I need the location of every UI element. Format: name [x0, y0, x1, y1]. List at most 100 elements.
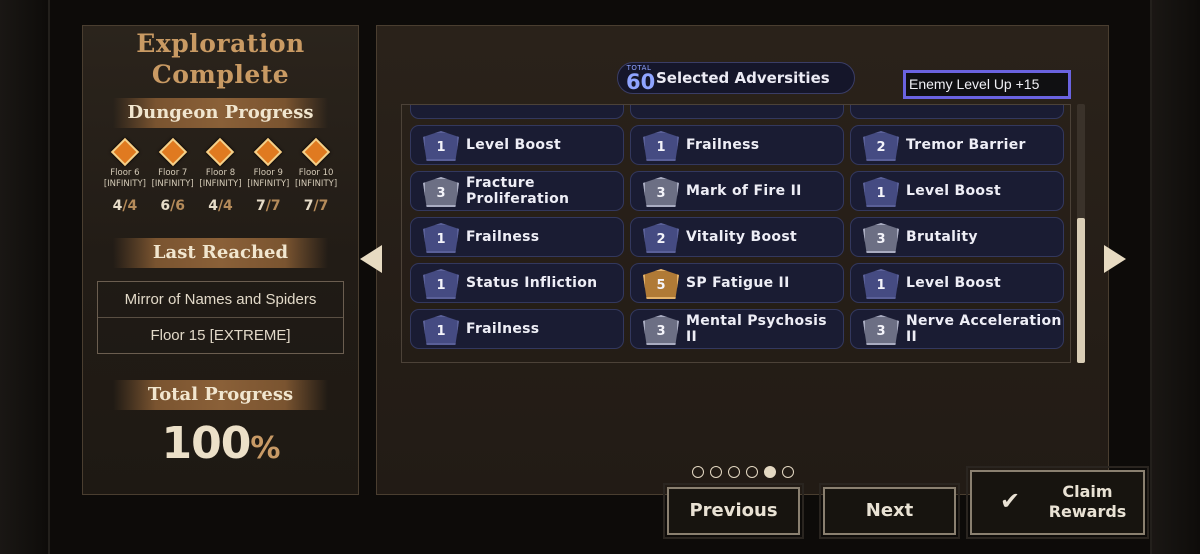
adversity-card[interactable]: 1 Level Boost [850, 263, 1064, 303]
adversity-name: Brutality [906, 229, 978, 245]
floor-progress-item: Floor 6 [INFINITY] 4/4 [101, 137, 149, 214]
adversity-level: 3 [656, 186, 666, 201]
floor-difficulty: [INFINITY] [247, 179, 290, 189]
adversity-scrollbar-thumb[interactable] [1077, 218, 1085, 363]
adversity-name: Level Boost [466, 137, 561, 153]
total-progress-unit: % [250, 431, 280, 466]
adversity-name: Vitality Boost [686, 229, 797, 245]
adversity-name: Status Infliction [466, 275, 598, 291]
floor-progress-item: Floor 8 [INFINITY] 4/4 [197, 137, 245, 214]
frame-left [0, 0, 50, 554]
adversity-name: Nerve Acceleration II [906, 313, 1062, 345]
adversity-grid[interactable]: 1 Level Boost 1 Frailness 2 Tremor Barrier 3 Fr… [401, 104, 1071, 363]
total-progress-value: 100% [83, 418, 358, 469]
adversity-row: 1 Level Boost 1 Frailness 2 Tremor Barrier [410, 125, 1070, 165]
adversities-panel: TOTAL 60 Selected Adversities Enemy Leve… [376, 25, 1109, 495]
exploration-title: Exploration Complete [83, 28, 358, 90]
floor-total-count: /4 [122, 198, 138, 214]
total-count-badge: TOTAL 60 [626, 64, 655, 93]
last-reached-dungeon: Mirror of Names and Spiders [98, 282, 343, 318]
title-line-2: Complete [151, 60, 290, 89]
floor-progress-list: Floor 6 [INFINITY] 4/4 Floor 7 [INFINITY] 6/6… [101, 137, 340, 214]
selected-adversities-header: TOTAL 60 Selected Adversities [617, 62, 855, 94]
adversity-card[interactable]: 2 Tremor Barrier [850, 125, 1064, 165]
adversity-level: 1 [436, 232, 446, 247]
page-indicator [692, 466, 800, 478]
floor-difficulty: [INFINITY] [199, 179, 242, 189]
page-dot[interactable] [710, 466, 722, 478]
adversity-name: Fracture Proliferation [466, 175, 570, 207]
adversity-name: Frailness [466, 321, 540, 337]
adversity-card[interactable]: 3 Nerve Acceleration II [850, 309, 1064, 349]
adversity-level: 1 [436, 324, 446, 339]
floor-done-count: 4 [208, 198, 218, 214]
adversity-name: Level Boost [906, 183, 1001, 199]
adversity-card[interactable]: 2 Vitality Boost [630, 217, 844, 257]
adversity-row: 3 Fracture Proliferation 3 Mark of Fire II 1… [410, 171, 1070, 211]
floor-progress-item: Floor 9 [INFINITY] 7/7 [244, 137, 292, 214]
adversity-name: Mark of Fire II [686, 183, 802, 199]
adversity-level: 3 [876, 232, 886, 247]
adversity-card[interactable]: 1 Level Boost [850, 171, 1064, 211]
adversity-level: 3 [436, 186, 446, 201]
page-dot[interactable] [764, 466, 776, 478]
floor-name: Floor 7 [158, 168, 188, 178]
previous-button[interactable]: Previous [663, 483, 804, 539]
diamond-floor-icon [301, 137, 331, 167]
adversity-card-partial [410, 105, 624, 119]
adversity-card[interactable]: 3 Mark of Fire II [630, 171, 844, 211]
adversity-card[interactable]: 3 Mental Psychosis II [630, 309, 844, 349]
floor-done-count: 4 [112, 198, 123, 214]
diamond-floor-icon [206, 137, 235, 167]
adversity-level: 1 [436, 278, 446, 293]
claim-rewards-label: Claim Rewards [1032, 482, 1143, 522]
diamond-floor-icon [158, 137, 187, 167]
adversity-scrollbar[interactable] [1077, 104, 1085, 363]
adversity-row-partial [410, 105, 1070, 119]
adversity-card[interactable]: 3 Fracture Proliferation [410, 171, 624, 211]
last-reached-box: Mirror of Names and Spiders Floor 15 [EX… [97, 281, 344, 354]
adversity-row: 1 Frailness 2 Vitality Boost 3 Brutality [410, 217, 1070, 257]
arrow-left-icon[interactable] [360, 245, 382, 273]
floor-completion: 4/4 [101, 198, 149, 214]
floor-total-count: /7 [313, 198, 329, 214]
arrow-right-icon[interactable] [1104, 245, 1126, 273]
floor-name: Floor 9 [253, 168, 283, 178]
floor-total-count: /4 [217, 198, 233, 214]
claim-rewards-button[interactable]: ✔ Claim Rewards [966, 466, 1149, 539]
floor-done-count: 7 [255, 198, 266, 214]
adversity-card[interactable]: 5 SP Fatigue II [630, 263, 844, 303]
check-icon: ✔ [1000, 487, 1021, 515]
adversity-level: 3 [656, 324, 666, 339]
adversity-row: 1 Status Infliction 5 SP Fatigue II 1 Level B… [410, 263, 1070, 303]
page-dot[interactable] [692, 466, 704, 478]
last-reached-floor: Floor 15 [EXTREME] [150, 327, 291, 344]
adversity-card[interactable]: 1 Frailness [410, 217, 624, 257]
frame-right [1150, 0, 1200, 554]
adversity-level: 1 [876, 186, 886, 201]
floor-total-count: /7 [265, 198, 281, 214]
adversity-card[interactable]: 1 Level Boost [410, 125, 624, 165]
page-dot[interactable] [782, 466, 794, 478]
floor-name: Floor 8 [205, 168, 236, 178]
floor-name: Floor 6 [110, 168, 140, 178]
adversity-name: Frailness [686, 137, 760, 153]
adversity-card[interactable]: 3 Brutality [850, 217, 1064, 257]
diamond-floor-icon [254, 137, 283, 167]
page-dot[interactable] [746, 466, 758, 478]
adversity-card[interactable]: 1 Status Infliction [410, 263, 624, 303]
adversity-card[interactable]: 1 Frailness [410, 309, 624, 349]
floor-done-count: 6 [160, 198, 171, 214]
floor-completion: 6/6 [149, 198, 197, 214]
title-line-1: Exploration [136, 29, 305, 58]
adversity-name: Tremor Barrier [906, 137, 1026, 153]
floor-progress-item: Floor 7 [INFINITY] 6/6 [149, 137, 197, 214]
dungeon-progress-heading: Dungeon Progress [113, 98, 328, 128]
last-reached-heading: Last Reached [113, 238, 328, 268]
next-button[interactable]: Next [819, 483, 960, 539]
adversity-card[interactable]: 1 Frailness [630, 125, 844, 165]
floor-progress-item: Floor 10 [INFINITY] 7/7 [292, 137, 340, 214]
adversity-grid-content: 1 Level Boost 1 Frailness 2 Tremor Barrier 3 Fr… [410, 105, 1070, 355]
adversity-card-partial [630, 105, 844, 119]
page-dot[interactable] [728, 466, 740, 478]
